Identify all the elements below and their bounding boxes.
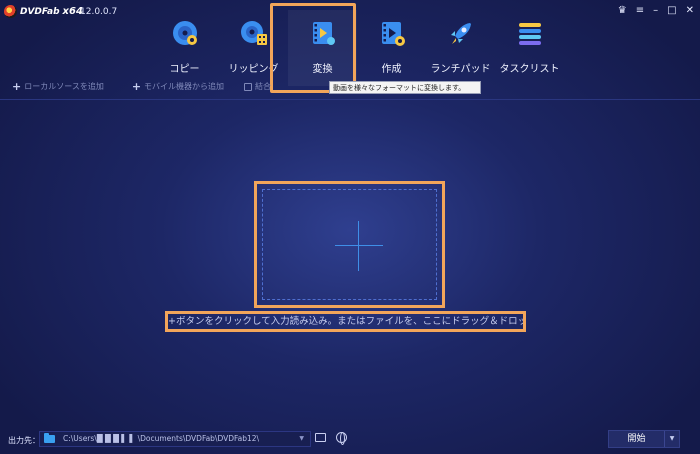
- launchpad-rocket-icon: [446, 18, 476, 48]
- merge-label: 結合: [255, 82, 272, 91]
- skin-icon[interactable]: ♛: [618, 5, 627, 17]
- module-copy[interactable]: コピー: [150, 10, 219, 86]
- module-launchpad[interactable]: ランチパッド: [426, 10, 495, 86]
- browse-folder-icon[interactable]: [315, 433, 326, 442]
- module-label: 作成: [381, 64, 402, 75]
- bottom-bar: 出力先： C:\Users\█ █ █ ▌ ▌ \Documents\DVDFa…: [0, 428, 700, 454]
- globe-icon[interactable]: [336, 432, 347, 445]
- maximize-icon[interactable]: □: [667, 5, 676, 17]
- folder-icon: [44, 433, 55, 443]
- module-label: コピー: [169, 64, 200, 75]
- dvdfab-logo-icon: [4, 5, 17, 18]
- merge-button[interactable]: 結合: [244, 80, 271, 93]
- module-label: ランチパッド: [430, 64, 491, 75]
- app-version: 12.0.0.7: [80, 7, 118, 17]
- window-controls: ♛ ≡ – □ ✕: [618, 5, 694, 17]
- module-task-list[interactable]: タスクリスト: [495, 10, 564, 86]
- source-toolbar: + ローカルソースを追加 + モバイル機器から追加 結合: [12, 80, 271, 93]
- start-label: 開始: [627, 434, 646, 444]
- logo-text: DVDFab: [20, 6, 60, 17]
- app-logo: DVDFab x64: [4, 5, 83, 18]
- add-mobile-source-button[interactable]: + モバイル機器から追加: [132, 80, 224, 93]
- add-local-source-button[interactable]: + ローカルソースを追加: [12, 80, 104, 93]
- output-path-select[interactable]: C:\Users\█ █ █ ▌ ▌ \Documents\DVDFab\DVD…: [39, 431, 311, 447]
- converter-tooltip: 動画を様々なフォーマットに変換します。: [329, 81, 481, 94]
- merge-icon: [244, 82, 253, 91]
- drop-hint-text: +ボタンをクリックして入力読み込み。またはファイルを、ここにドラッグ＆ドロップ: [165, 311, 526, 332]
- plus-icon: +: [131, 80, 142, 93]
- start-button[interactable]: 開始 ▼: [608, 430, 680, 448]
- minimize-icon[interactable]: –: [653, 5, 658, 17]
- output-path-text: C:\Users\█ █ █ ▌ ▌ \Documents\DVDFab\DVD…: [63, 434, 260, 443]
- module-bar: コピー リッピング 変換 作成 ランチパッド タスクリスト: [150, 10, 564, 86]
- creator-film-icon: [377, 18, 407, 48]
- close-icon[interactable]: ✕: [686, 5, 694, 17]
- start-dropdown-icon[interactable]: ▼: [665, 431, 679, 447]
- converter-highlight-frame: [270, 3, 356, 93]
- ripper-disc-icon: [239, 18, 269, 48]
- add-local-source-label: ローカルソースを追加: [24, 82, 104, 91]
- drop-zone[interactable]: [262, 189, 437, 300]
- plus-icon: +: [12, 80, 22, 93]
- module-creator[interactable]: 作成: [357, 10, 426, 86]
- toolbar-divider: [0, 99, 700, 100]
- task-list-icon: [515, 18, 545, 48]
- copy-disc-icon: [170, 18, 200, 48]
- output-label: 出力先：: [8, 436, 40, 445]
- chevron-down-icon[interactable]: ▼: [299, 435, 304, 442]
- menu-icon[interactable]: ≡: [636, 5, 644, 17]
- add-mobile-source-label: モバイル機器から追加: [144, 82, 225, 91]
- drop-area-highlight-frame: [254, 181, 445, 308]
- module-label: タスクリスト: [499, 64, 560, 75]
